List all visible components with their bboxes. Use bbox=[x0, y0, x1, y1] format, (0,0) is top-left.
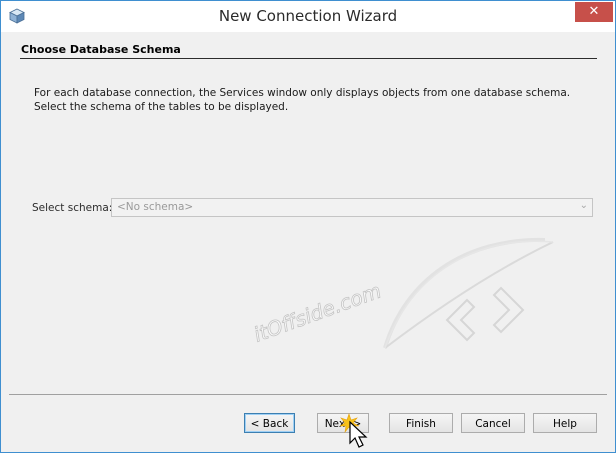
wizard-window: New Connection Wizard ✕ Choose Database … bbox=[0, 0, 616, 453]
watermark-logo: itOffside.com bbox=[250, 237, 554, 349]
description: For each database connection, the Servic… bbox=[34, 86, 594, 114]
title-bar[interactable]: New Connection Wizard ✕ bbox=[1, 1, 615, 32]
help-button[interactable]: Help bbox=[533, 413, 597, 433]
watermark-text: itOffside.com bbox=[251, 278, 385, 346]
cancel-button[interactable]: Cancel bbox=[461, 413, 525, 433]
schema-select[interactable]: <No schema> ⌄ bbox=[111, 198, 593, 217]
mouse-cursor-icon bbox=[340, 413, 368, 448]
chevron-down-icon[interactable]: ⌄ bbox=[580, 200, 588, 211]
footer-divider bbox=[9, 394, 607, 395]
close-button[interactable]: ✕ bbox=[575, 2, 613, 22]
close-icon: ✕ bbox=[588, 4, 600, 19]
finish-button[interactable]: Finish bbox=[389, 413, 453, 433]
description-line-1: For each database connection, the Servic… bbox=[34, 87, 571, 99]
schema-label: Select schema: bbox=[32, 202, 113, 214]
watermark-leaf-icon bbox=[383, 237, 554, 349]
wizard-content: Choose Database Schema For each database… bbox=[9, 32, 607, 448]
back-button[interactable]: < Back bbox=[244, 413, 295, 433]
section-divider bbox=[20, 58, 597, 59]
schema-select-value: <No schema> bbox=[117, 201, 194, 213]
description-line-2: Select the schema of the tables to be di… bbox=[34, 101, 289, 113]
window-title: New Connection Wizard bbox=[218, 7, 398, 25]
section-title: Choose Database Schema bbox=[21, 43, 181, 56]
